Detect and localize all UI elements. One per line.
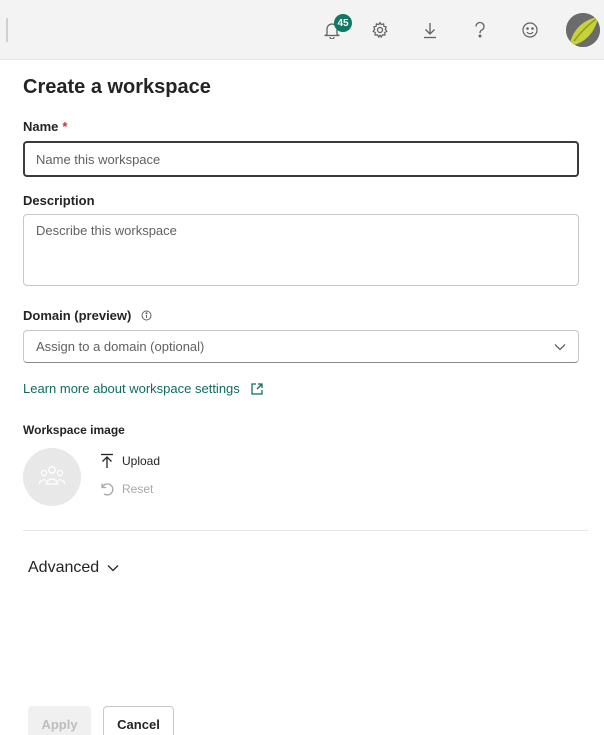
gear-icon: [372, 21, 388, 39]
name-input-placeholder: Name this workspace: [36, 151, 161, 167]
download-icon: [424, 23, 436, 39]
help-icon: [475, 21, 485, 38]
settings-button[interactable]: [366, 16, 394, 44]
learn-more-link-text: Learn more about workspace settings: [23, 381, 240, 396]
avatar-image-icon: [566, 13, 600, 47]
name-label-text: Name: [23, 119, 59, 134]
domain-select[interactable]: Assign to a domain (optional): [23, 330, 579, 363]
chevron-down-icon: [554, 343, 566, 350]
name-input[interactable]: Name this workspace: [23, 141, 579, 177]
required-mark: *: [62, 119, 68, 134]
feedback-button[interactable]: [516, 16, 544, 44]
upload-label: Upload: [122, 454, 161, 468]
reset-label: Reset: [122, 482, 154, 496]
advanced-toggle[interactable]: Advanced: [28, 559, 119, 577]
notifications-button[interactable]: 45: [318, 14, 352, 44]
domain-label: Domain (preview): [23, 308, 152, 323]
workspace-image-placeholder: [23, 448, 81, 506]
section-divider: [23, 530, 588, 531]
domain-label-text: Domain (preview): [23, 308, 132, 323]
learn-more-link[interactable]: Learn more about workspace settings: [23, 381, 264, 396]
user-avatar[interactable]: [566, 13, 600, 47]
domain-select-value: Assign to a domain (optional): [36, 339, 205, 354]
chevron-down-icon: [107, 565, 119, 572]
download-button[interactable]: [416, 16, 444, 44]
advanced-label: Advanced: [28, 559, 100, 576]
workspace-image-label: Workspace image: [23, 423, 125, 437]
name-label: Name *: [23, 119, 67, 134]
notification-badge: 45: [334, 14, 352, 32]
smiley-icon: [522, 22, 538, 38]
panel-title: Create a workspace: [23, 76, 211, 98]
description-input[interactable]: Describe this workspace: [23, 214, 579, 286]
upload-button[interactable]: Upload: [100, 453, 160, 469]
people-group-icon: [38, 466, 66, 485]
description-label: Description: [23, 193, 95, 208]
top-bar-edge: [6, 18, 8, 42]
description-input-placeholder: Describe this workspace: [36, 223, 177, 238]
cancel-button[interactable]: Cancel: [103, 706, 174, 735]
info-icon[interactable]: [141, 310, 152, 321]
help-button[interactable]: [466, 16, 494, 44]
upload-icon: [101, 453, 113, 468]
open-external-icon: [251, 382, 263, 395]
apply-button[interactable]: Apply: [28, 706, 91, 735]
reset-button[interactable]: Reset: [100, 482, 153, 496]
top-bar: 45: [0, 0, 604, 60]
reset-icon: [101, 483, 114, 496]
